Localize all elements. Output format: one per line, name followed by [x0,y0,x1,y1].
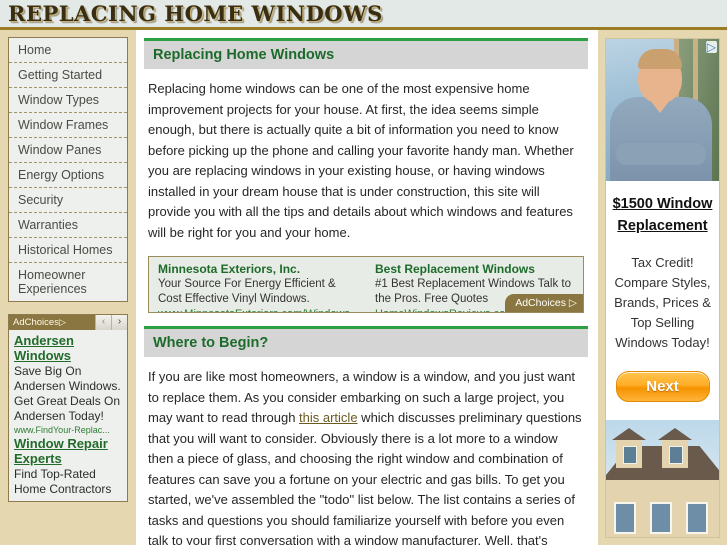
main-navigation: Home Getting Started Window Types Window… [8,37,128,302]
sidebar-item-window-panes[interactable]: Window Panes [9,138,127,163]
inline-ad-column-1: Minnesota Exteriors, Inc. Your Source Fo… [149,262,366,312]
next-ad-button[interactable]: › [111,315,127,330]
ad-photo-contractor: ▷ [606,39,719,181]
prev-ad-button[interactable]: ‹ [95,315,111,330]
left-sidebar: Home Getting Started Window Types Window… [0,30,136,545]
inline-adchoices-triangle-icon: ▷ [568,297,577,309]
display-ad-headline[interactable]: $1500 Window Replacement [606,181,719,237]
sidebar-item-homeowner-experiences[interactable]: Homeowner Experiences [9,263,127,301]
site-header: REPLACING HOME WINDOWS [0,0,727,30]
house-window-3 [686,502,708,534]
sidebar-item-security[interactable]: Security [9,188,127,213]
sidebar-item-warranties[interactable]: Warranties [9,213,127,238]
right-sidebar: ▷ $1500 Window Replacement Tax Credit! C… [598,30,727,545]
sidebar-ad-title-1[interactable]: Andersen Windows [14,333,122,363]
sidebar-ad-pager: ‹ › [95,315,127,330]
photo-person-arms [616,143,706,165]
sidebar-item-window-frames[interactable]: Window Frames [9,113,127,138]
display-ad-headline-line1: $1500 Window [612,196,713,212]
inline-ad-unit: Minnesota Exteriors, Inc. Your Source Fo… [148,256,584,313]
sidebar-ad-header: AdChoices▷ ‹ › [9,315,127,330]
next-button[interactable]: Next [615,371,710,402]
adchoices-triangle-icon: ▷ [58,317,66,327]
inline-ad-title-2[interactable]: Best Replacement Windows [375,262,575,277]
inline-adchoices-text: AdChoices [515,297,566,309]
sidebar-ad-desc-1: Save Big On Andersen Windows. Get Great … [14,364,121,423]
display-ad-cta-wrap: Next [606,353,719,402]
house-dormer-right [662,438,688,468]
house-window-1 [614,502,636,534]
adchoices-label[interactable]: AdChoices▷ [9,315,70,330]
house-window-2 [650,502,672,534]
display-ad[interactable]: ▷ $1500 Window Replacement Tax Credit! C… [605,38,720,538]
this-article-link[interactable]: this article [299,410,358,425]
page-title: Replacing Home Windows [144,38,588,69]
inline-ad-title-1[interactable]: Minnesota Exteriors, Inc. [158,262,358,277]
paragraph-text-after-link: which discusses preliminary questions th… [148,410,582,545]
adchoices-text: AdChoices [13,317,59,328]
site-logo: REPLACING HOME WINDOWS [8,1,383,26]
sidebar-ad-desc-2: Find Top-Rated Home Contractors [14,467,112,496]
sidebar-item-historical-homes[interactable]: Historical Homes [9,238,127,263]
adchoices-triangle-icon[interactable]: ▷ [705,41,717,53]
inline-ad-url-1[interactable]: www.MinnesotaExteriors.com/Windows [158,307,358,312]
display-ad-headline-line2: Replacement [617,218,708,234]
display-ad-copy: Tax Credit! Compare Styles, Brands, Pric… [614,255,711,350]
sidebar-ad-body: Andersen Windows Save Big On Andersen Wi… [9,330,127,501]
sidebar-item-getting-started[interactable]: Getting Started [9,63,127,88]
ad-photo-house [606,420,719,537]
main-content: Replacing Home Windows Replacing home wi… [136,30,598,545]
photo-person-hair [638,49,682,69]
sidebar-ad-unit: AdChoices▷ ‹ › Andersen Windows Save Big… [8,314,128,502]
section-heading-where-to-begin: Where to Begin? [144,326,588,357]
sidebar-ad-url-1[interactable]: www.FindYour-Replac... [14,424,122,436]
sidebar-item-window-types[interactable]: Window Types [9,88,127,113]
sidebar-item-home[interactable]: Home [9,38,127,63]
inline-adchoices-button[interactable]: AdChoices ▷ [505,294,583,312]
house-dormer-left [616,438,642,468]
where-to-begin-paragraph: If you are like most homeowners, a windo… [148,367,585,545]
intro-paragraph: Replacing home windows can be one of the… [148,81,574,240]
page-body: Home Getting Started Window Types Window… [0,30,727,545]
inline-ad-desc-1: Your Source For Energy Efficient & Cost … [158,278,336,305]
sidebar-item-energy-options[interactable]: Energy Options [9,163,127,188]
sidebar-ad-title-2[interactable]: Window Repair Experts [14,436,122,466]
